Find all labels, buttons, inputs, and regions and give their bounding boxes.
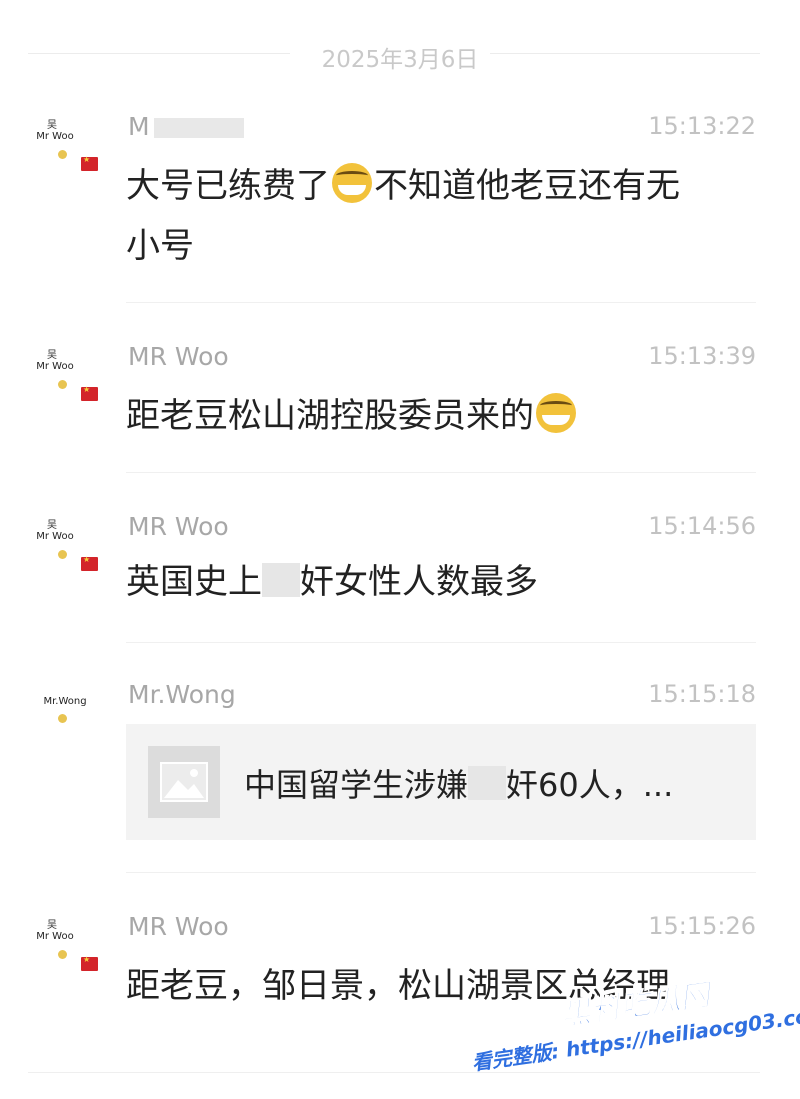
avatar-character: 吴 [47, 350, 57, 361]
sender-name[interactable]: Mr.Wong [128, 680, 236, 709]
link-title-part: 奸60人，... [506, 766, 674, 804]
avatar[interactable]: 吴 Mr Woo [30, 120, 100, 190]
avatar-name: Mr Woo [36, 931, 74, 942]
badge-dot-icon [58, 714, 67, 723]
message-text: 英国史上 奸女性人数最多 [126, 552, 746, 612]
badge-dot-icon [58, 550, 67, 559]
message-text-part: 不知道他老豆还有无 [374, 166, 680, 206]
message-text-part: 距老豆松山湖控股委员来的 [126, 396, 534, 436]
message-text: 距老豆松山湖控股委员来的 [126, 386, 746, 446]
link-title-part: 中国留学生涉嫌 [244, 766, 469, 804]
message-time: 15:13:39 [648, 342, 756, 370]
message-time: 15:13:22 [648, 112, 756, 140]
avatar[interactable]: 吴 Mr Woo [30, 520, 100, 590]
message-text-part: 小号 [126, 226, 194, 266]
image-placeholder-icon [148, 746, 220, 818]
message-text: 大号已练费了 不知道他老豆还有无 小号 [126, 156, 746, 276]
date-separator: 2025年3月6日 [0, 36, 800, 73]
message-time: 15:15:26 [648, 912, 756, 940]
avatar-name: Mr Woo [36, 531, 74, 542]
sender-name[interactable]: MR Woo [128, 512, 229, 541]
divider [126, 472, 756, 473]
avatar-character: 吴 [47, 120, 57, 131]
message-text-part: 大号已练费了 [126, 166, 330, 206]
redacted-block [153, 118, 244, 138]
message-time: 15:15:18 [648, 680, 756, 708]
divider [126, 642, 756, 643]
laughing-crying-emoji-icon [332, 163, 372, 203]
china-flag-icon [81, 385, 98, 401]
divider [126, 872, 756, 873]
avatar[interactable]: 吴 Mr Woo [30, 350, 100, 420]
avatar-name: Mr.Wong [43, 696, 87, 707]
avatar-name: Mr Woo [36, 131, 74, 142]
china-flag-icon [81, 155, 98, 171]
divider [490, 53, 760, 54]
badge-dot-icon [58, 150, 67, 159]
redacted-block [468, 766, 507, 800]
link-title[interactable]: 中国留学生涉嫌 奸60人，... [244, 760, 673, 806]
link-card[interactable]: 中国留学生涉嫌 奸60人，... [126, 724, 756, 840]
avatar[interactable]: Mr.Wong [30, 692, 100, 762]
message-text-part: 奸女性人数最多 [300, 562, 538, 602]
avatar[interactable]: 吴 Mr Woo [30, 920, 100, 990]
sender-name[interactable]: MR Woo [128, 342, 229, 371]
badge-dot-icon [58, 950, 67, 959]
divider [126, 302, 756, 303]
date-header: 2025年3月6日 [321, 47, 479, 73]
badge-dot-icon [58, 380, 67, 389]
message-text-part: 英国史上 [126, 562, 262, 602]
avatar-name: Mr Woo [36, 361, 74, 372]
divider [28, 1072, 760, 1073]
redacted-block [262, 563, 300, 597]
sender-name[interactable]: MR Woo [128, 912, 229, 941]
message-time: 15:14:56 [648, 512, 756, 540]
avatar-character: 吴 [47, 920, 57, 931]
china-flag-icon [81, 955, 98, 971]
china-flag-icon [81, 555, 98, 571]
sender-name[interactable]: M [128, 112, 244, 141]
laughing-crying-emoji-icon [536, 393, 576, 433]
avatar-character: 吴 [47, 520, 57, 531]
